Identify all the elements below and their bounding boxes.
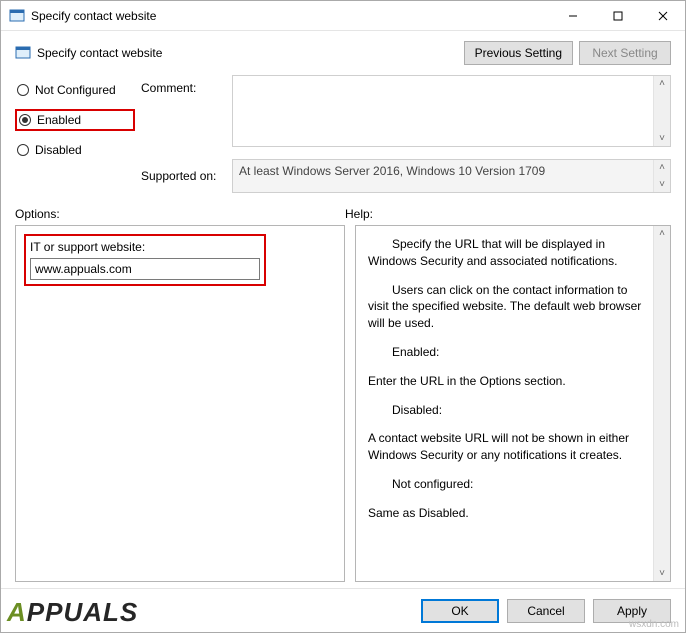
radio-enabled[interactable]: Enabled [15, 109, 135, 131]
scroll-down-icon: ˅ [659, 568, 665, 579]
supported-on-text: At least Windows Server 2016, Windows 10… [239, 164, 545, 178]
panels: IT or support website: Specify the URL t… [1, 225, 685, 588]
policy-icon [15, 45, 31, 61]
watermark: APPUALS [7, 597, 138, 628]
apply-button[interactable]: Apply [593, 599, 671, 623]
previous-setting-button[interactable]: Previous Setting [464, 41, 573, 65]
radio-icon [17, 84, 29, 96]
panel-headers: Options: Help: [1, 193, 685, 225]
options-highlight: IT or support website: [24, 234, 266, 286]
scroll-down-icon: ˅ [659, 179, 665, 190]
radio-not-configured[interactable]: Not Configured [15, 81, 135, 99]
options-panel: IT or support website: [15, 225, 345, 582]
dialog-window: Specify contact website Specify contact … [0, 0, 686, 633]
radio-disabled[interactable]: Disabled [15, 141, 135, 159]
close-button[interactable] [640, 1, 685, 31]
scrollbar[interactable]: ˄ ˅ [653, 160, 670, 192]
options-label: Options: [15, 207, 345, 221]
cancel-button[interactable]: Cancel [507, 599, 585, 623]
radio-icon [17, 144, 29, 156]
help-panel: Specify the URL that will be displayed i… [355, 225, 671, 582]
scrollbar[interactable]: ˄ ˅ [653, 76, 670, 146]
scrollbar[interactable]: ˄ ˅ [653, 226, 670, 581]
supported-on-label: Supported on: [141, 159, 226, 183]
window-title: Specify contact website [31, 9, 156, 23]
titlebar: Specify contact website [1, 1, 685, 31]
header: Specify contact website Previous Setting… [1, 31, 685, 69]
comment-label: Comment: [141, 75, 226, 95]
supported-on-box: At least Windows Server 2016, Windows 10… [232, 159, 671, 193]
next-setting-button[interactable]: Next Setting [579, 41, 671, 65]
header-title: Specify contact website [37, 46, 162, 60]
minimize-button[interactable] [550, 1, 595, 31]
radio-label: Not Configured [35, 83, 116, 97]
comment-textarea[interactable]: ˄ ˅ [232, 75, 671, 147]
scroll-up-icon: ˄ [659, 78, 665, 89]
options-field-label: IT or support website: [30, 240, 260, 254]
radio-icon [19, 114, 31, 126]
state-radio-group: Not Configured Enabled Disabled [15, 75, 135, 159]
ok-button[interactable]: OK [421, 599, 499, 623]
help-label: Help: [345, 207, 671, 221]
maximize-button[interactable] [595, 1, 640, 31]
app-icon [9, 8, 25, 24]
scroll-up-icon: ˄ [659, 162, 665, 173]
config-section: Not Configured Enabled Disabled Comment:… [1, 69, 685, 193]
help-text: Specify the URL that will be displayed i… [356, 226, 670, 544]
support-website-input[interactable] [30, 258, 260, 280]
scroll-down-icon: ˅ [659, 133, 665, 144]
footer: APPUALS OK Cancel Apply wsxdn.com [1, 588, 685, 632]
radio-label: Disabled [35, 143, 82, 157]
radio-label: Enabled [37, 113, 81, 127]
scroll-up-icon: ˄ [659, 228, 665, 239]
